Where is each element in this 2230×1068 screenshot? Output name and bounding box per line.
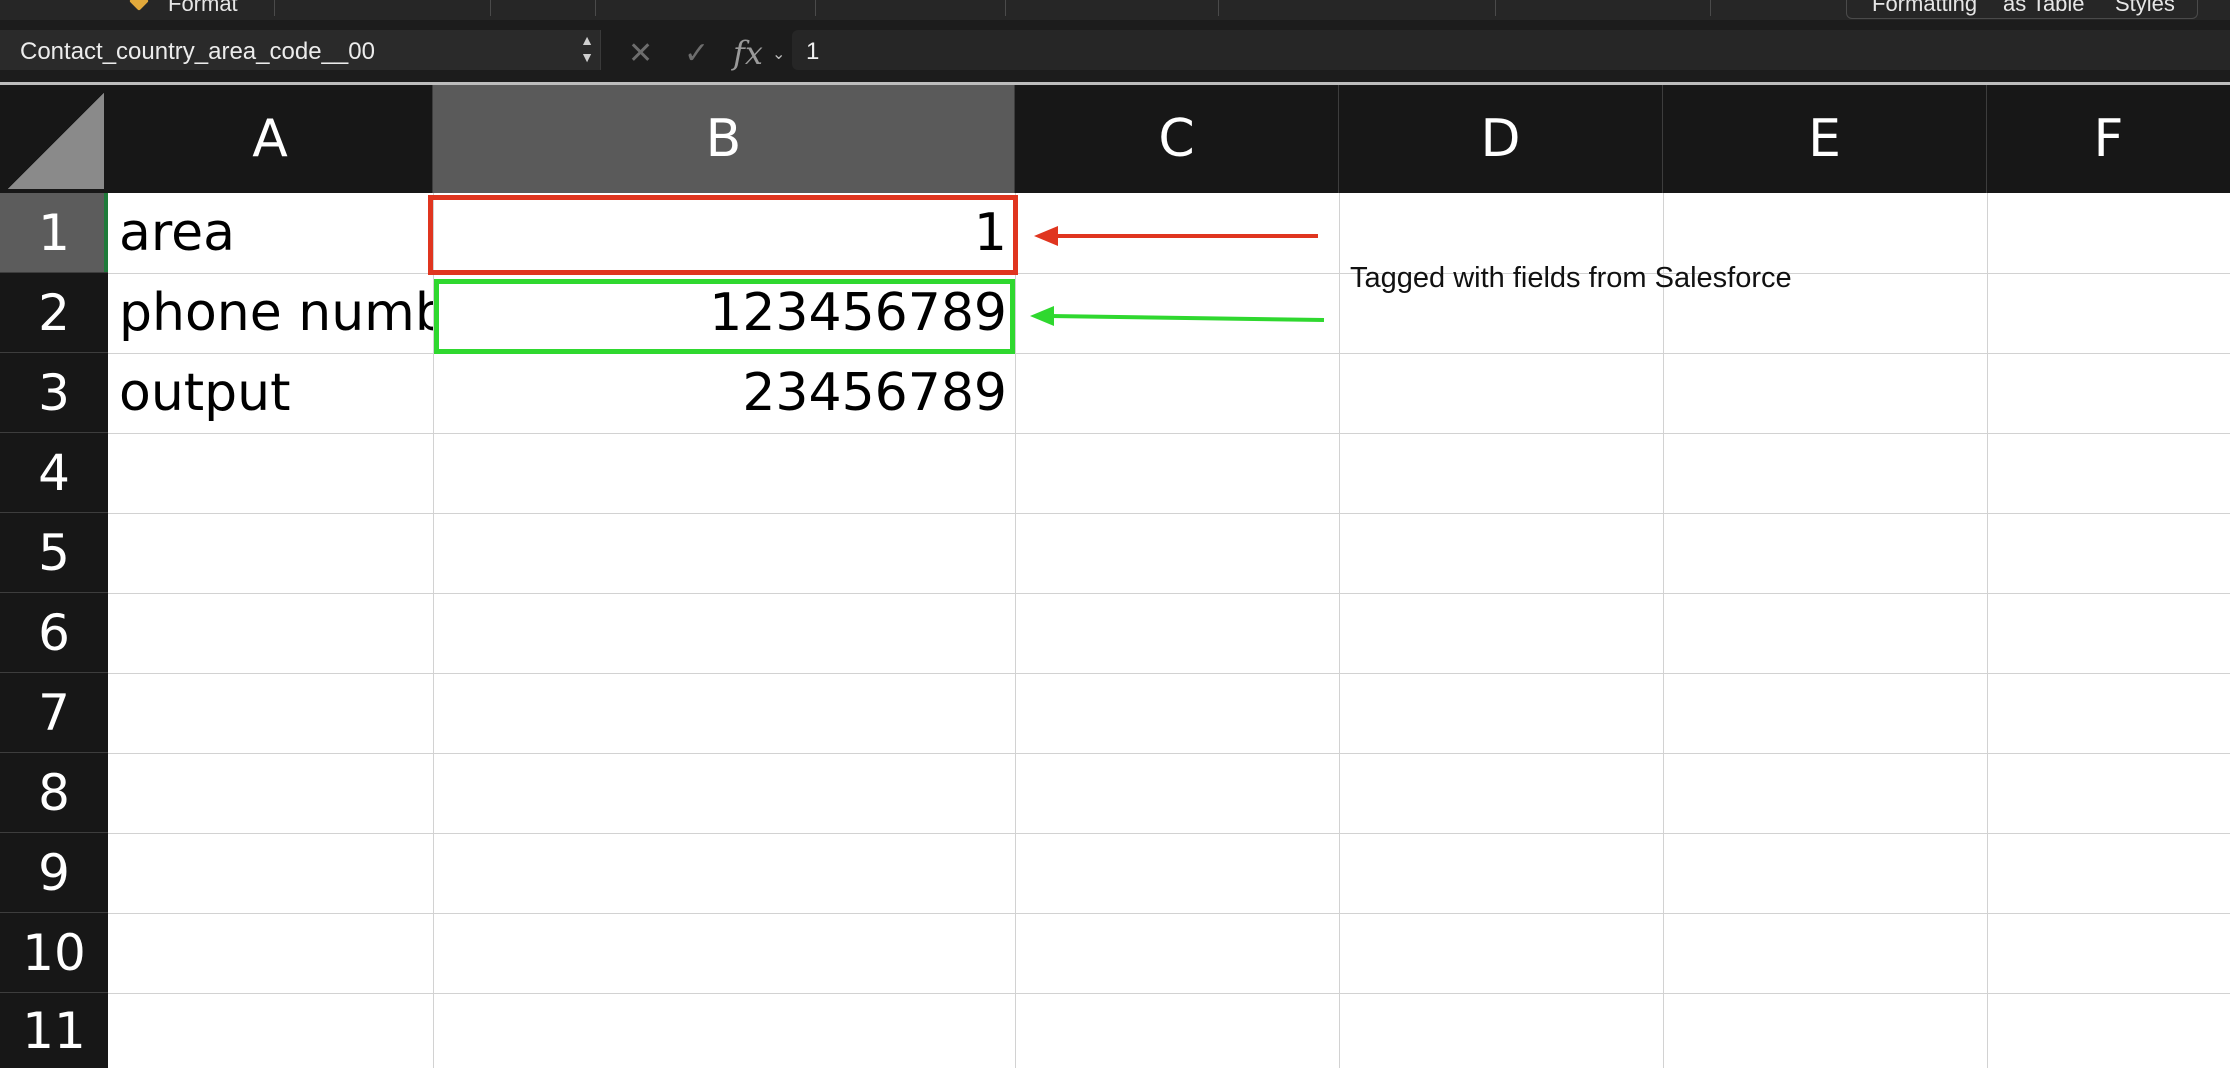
annotation-note: Tagged with fields from Salesforce [1350, 262, 1792, 294]
green-arrow-line [1049, 314, 1325, 322]
annotation-arrows [1030, 226, 1325, 326]
red-arrow-head [1034, 226, 1058, 246]
green-arrow-head [1030, 306, 1054, 326]
